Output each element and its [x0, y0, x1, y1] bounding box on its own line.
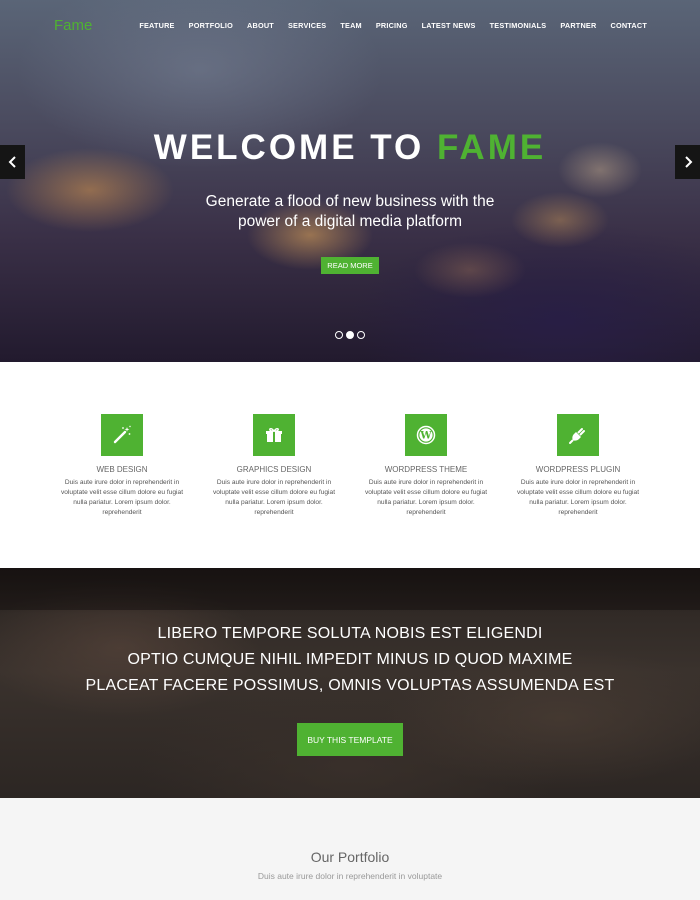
portfolio-section: Our Portfolio Duis aute irure dolor in r…: [0, 798, 700, 900]
nav-item-testimonials[interactable]: TESTIMONIALS: [490, 21, 547, 30]
service-text: Duis aute irure dolor in reprehenderit i…: [60, 479, 184, 516]
nav-item-services[interactable]: SERVICES: [288, 21, 326, 30]
hero-title-prefix: WELCOME TO: [153, 128, 437, 167]
service-icon-box: W: [405, 414, 447, 456]
promo-section: LIBERO TEMPORE SOLUTA NOBIS EST ELIGENDI…: [0, 568, 700, 798]
promo-line-3: PLACEAT FACERE POSSIMUS, OMNIS VOLUPTAS …: [85, 677, 615, 694]
service-wordpress-theme: W WORDPRESS THEME Duis aute irure dolor …: [356, 414, 496, 518]
service-icon-box: [253, 414, 295, 456]
nav-item-pricing[interactable]: PRICING: [376, 21, 408, 30]
portfolio-subtitle: Duis aute irure dolor in reprehenderit i…: [257, 871, 443, 881]
slider-dots: [335, 331, 365, 339]
read-more-button[interactable]: READ MORE: [321, 257, 379, 274]
portfolio-title: Our Portfolio: [310, 849, 390, 865]
service-wordpress-plugin: WORDPRESS PLUGIN Duis aute irure dolor i…: [508, 414, 648, 518]
promo-top-band: [0, 568, 700, 610]
nav-item-contact[interactable]: CONTACT: [610, 21, 647, 30]
navbar: Fame FEATURE PORTFOLIO ABOUT SERVICES TE…: [0, 0, 700, 50]
promo-line-2: OPTIO CUMQUE NIHIL IMPEDIT MINUS ID QUOD…: [127, 651, 573, 668]
slider-dot-2[interactable]: [346, 331, 354, 339]
nav-item-feature[interactable]: FEATURE: [139, 21, 174, 30]
service-text: Duis aute irure dolor in reprehenderit i…: [364, 479, 488, 516]
wordpress-icon: W: [416, 425, 436, 445]
hero-subtitle-line-1: Generate a flood of new business with th…: [205, 193, 495, 210]
slider-dot-1[interactable]: [335, 331, 343, 339]
hero-subtitle-line-2: power of a digital media platform: [237, 213, 462, 230]
service-title: WEB DESIGN: [96, 465, 148, 474]
nav-item-team[interactable]: TEAM: [340, 21, 361, 30]
nav-item-latest-news[interactable]: LATEST NEWS: [422, 21, 476, 30]
service-graphics-design: GRAPHICS DESIGN Duis aute irure dolor in…: [204, 414, 344, 518]
nav-item-portfolio[interactable]: PORTFOLIO: [189, 21, 233, 30]
hero-section: Fame FEATURE PORTFOLIO ABOUT SERVICES TE…: [0, 0, 700, 362]
nav-item-partner[interactable]: PARTNER: [560, 21, 596, 30]
service-text: Duis aute irure dolor in reprehenderit i…: [212, 479, 336, 516]
slider-dot-3[interactable]: [357, 331, 365, 339]
service-title: GRAPHICS DESIGN: [236, 465, 312, 474]
nav-item-about[interactable]: ABOUT: [247, 21, 274, 30]
promo-line-1: LIBERO TEMPORE SOLUTA NOBIS EST ELIGENDI: [157, 625, 543, 642]
service-icon-box: [101, 414, 143, 456]
services-section: WEB DESIGN Duis aute irure dolor in repr…: [0, 362, 700, 568]
service-title: WORDPRESS THEME: [384, 465, 468, 474]
nav-menu: FEATURE PORTFOLIO ABOUT SERVICES TEAM PR…: [139, 21, 647, 30]
service-text: Duis aute irure dolor in reprehenderit i…: [516, 479, 640, 516]
hero-title: WELCOME TO FAME: [0, 128, 700, 168]
service-web-design: WEB DESIGN Duis aute irure dolor in repr…: [52, 414, 192, 518]
service-icon-box: [557, 414, 599, 456]
brand-logo[interactable]: Fame: [54, 17, 92, 34]
hero-title-accent: FAME: [436, 128, 547, 167]
magic-wand-icon: [113, 425, 131, 444]
buy-template-button[interactable]: BUY THIS TEMPLATE: [297, 723, 403, 756]
gift-icon: [266, 428, 282, 442]
svg-text:W: W: [419, 431, 432, 442]
service-title: WORDPRESS PLUGIN: [535, 465, 621, 474]
hero-subtitle: Generate a flood of new business with th…: [175, 192, 525, 232]
promo-text: LIBERO TEMPORE SOLUTA NOBIS EST ELIGENDI…: [0, 621, 700, 699]
plug-icon: [569, 428, 585, 444]
